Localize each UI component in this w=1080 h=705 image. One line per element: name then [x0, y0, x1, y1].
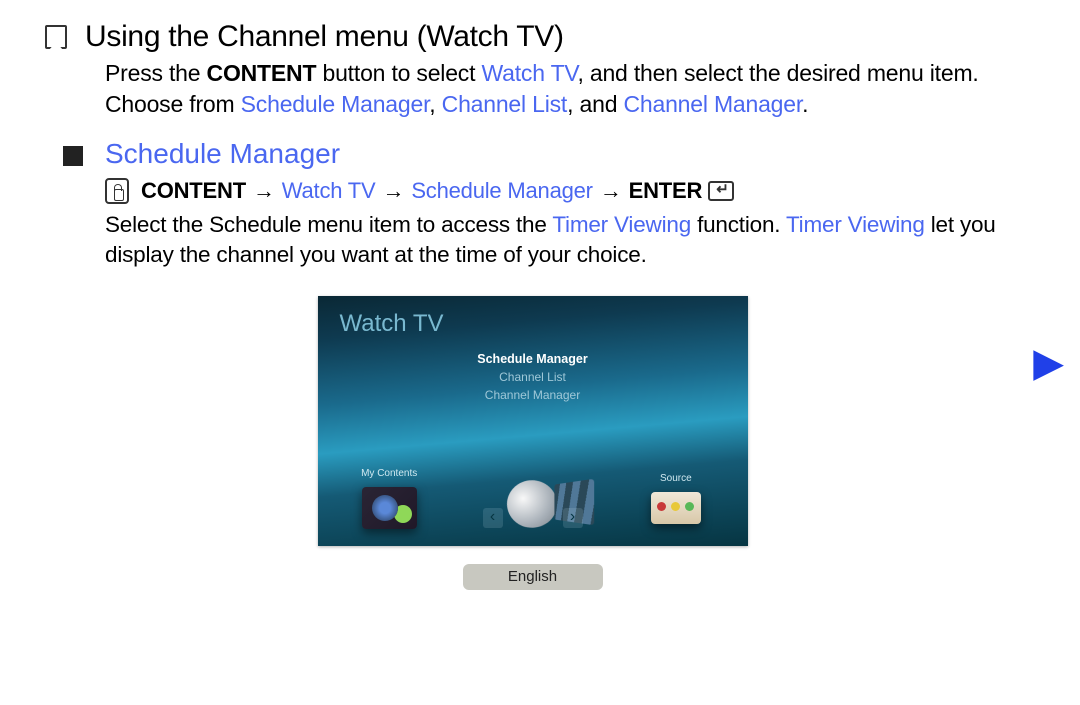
page-title: Using the Channel menu (Watch TV) — [85, 20, 564, 54]
tv-menu-item-channel-manager: Channel Manager — [318, 388, 748, 402]
bookmark-icon — [45, 25, 67, 49]
tv-screenshot: Watch TV Schedule Manager Channel List C… — [318, 296, 748, 546]
body-paragraph: Select the Schedule menu item to access … — [105, 210, 1020, 271]
tv-thumb-contents — [362, 487, 417, 529]
tv-menu-item-schedule: Schedule Manager — [318, 352, 748, 366]
enter-icon — [708, 181, 734, 201]
chevron-left-icon: ‹ — [483, 508, 503, 528]
chevron-right-icon: › — [563, 508, 583, 528]
language-indicator: English — [463, 564, 603, 590]
tv-label-source: Source — [660, 473, 692, 484]
tv-menu-item-channel-list: Channel List — [318, 370, 748, 384]
touch-icon — [105, 178, 129, 204]
section-bullet-icon — [63, 146, 83, 166]
tv-screen-title: Watch TV — [340, 310, 444, 338]
next-page-button[interactable]: ▶ — [1033, 340, 1064, 386]
satellite-dish-icon — [502, 474, 562, 534]
intro-paragraph: Press the CONTENT button to select Watch… — [105, 58, 1020, 120]
tv-menu-list: Schedule Manager Channel List Channel Ma… — [318, 348, 748, 406]
tv-thumb-source — [651, 492, 701, 524]
section-title: Schedule Manager — [105, 138, 340, 170]
tv-label-mycontents: My Contents — [361, 468, 417, 479]
navigation-path: CONTENT → Watch TV → Schedule Manager → … — [105, 178, 1020, 204]
